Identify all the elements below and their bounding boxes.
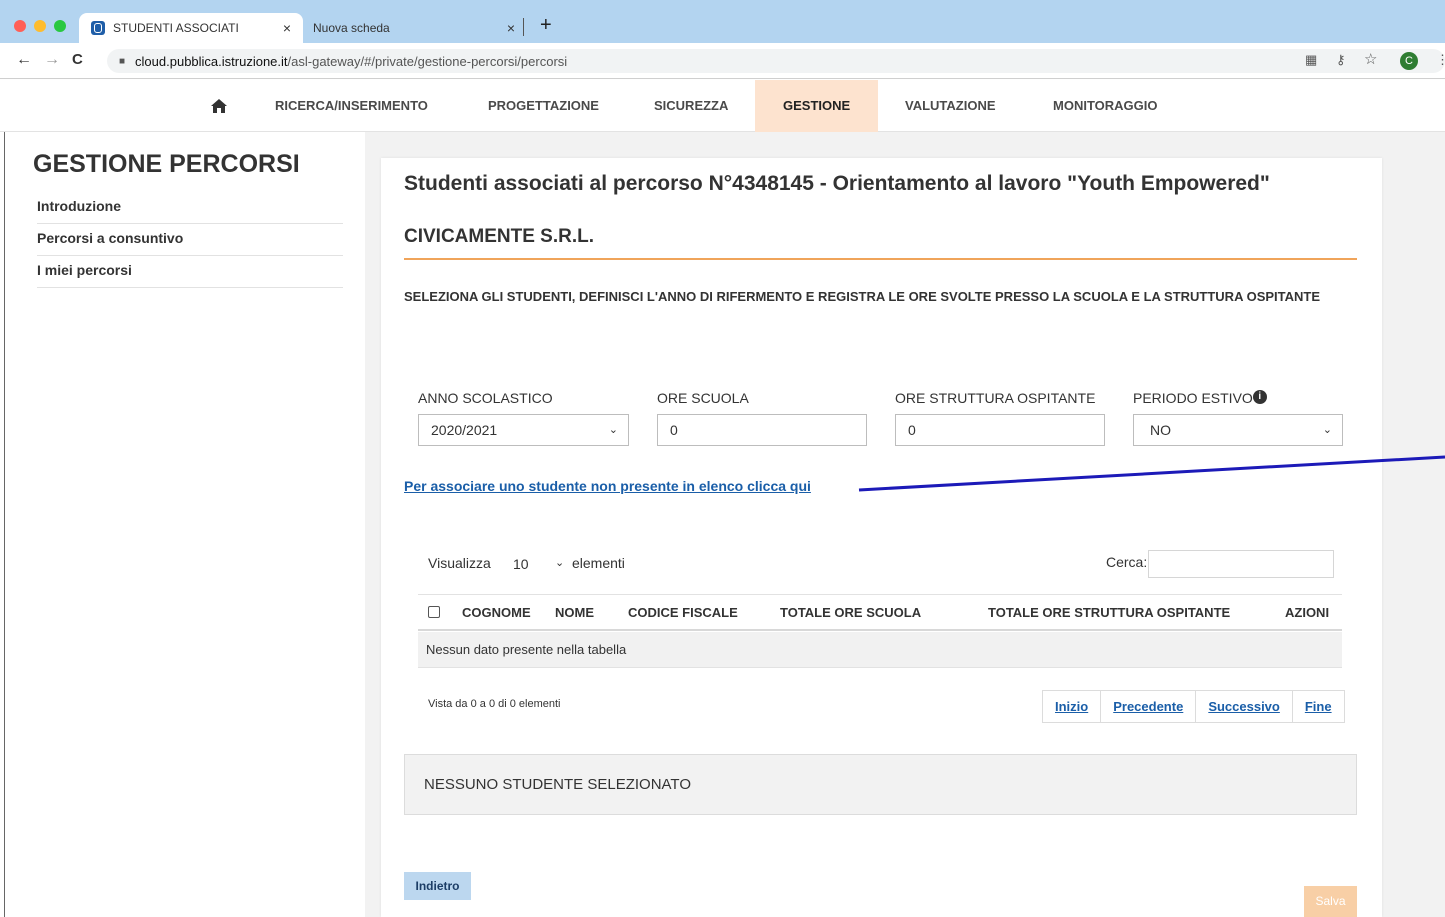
column-codice-fiscale[interactable]: CODICE FISCALE xyxy=(628,605,738,620)
chevron-down-icon: ⌄ xyxy=(1322,424,1332,436)
qr-code-icon[interactable]: ▦ xyxy=(1305,52,1317,68)
sidebar-item-introduzione[interactable]: Introduzione xyxy=(37,192,343,224)
url-host: cloud.pubblica.istruzione.it xyxy=(135,53,288,69)
table-info: Vista da 0 a 0 di 0 elementi xyxy=(428,698,561,710)
pager-previous[interactable]: Precedente xyxy=(1101,691,1197,722)
entries-suffix-label: elementi xyxy=(572,555,625,571)
chevron-down-icon: ⌄ xyxy=(608,424,618,436)
select-all-checkbox[interactable] xyxy=(428,606,440,618)
company-name: CIVICAMENTE S.R.L. xyxy=(404,226,595,247)
tab-studenti-associati[interactable]: STUDENTI ASSOCIATI × xyxy=(79,13,303,43)
ore-struttura-label: ORE STRUTTURA OSPITANTE xyxy=(895,390,1096,406)
sidebar: GESTIONE PERCORSI Introduzione Percorsi … xyxy=(5,132,365,917)
chevron-down-icon: ⌄ xyxy=(555,557,565,569)
browser-tab-bar: STUDENTI ASSOCIATI × Nuova scheda × + xyxy=(0,0,1445,43)
menu-monitoraggio[interactable]: MONITORAGGIO xyxy=(1053,80,1157,132)
menu-gestione[interactable]: GESTIONE xyxy=(755,80,879,132)
menu-sicurezza[interactable]: SICUREZZA xyxy=(654,80,728,132)
page-title: Studenti associati al percorso N°4348145… xyxy=(404,172,1270,195)
forward-arrow-icon[interactable]: → xyxy=(44,51,60,69)
more-menu-icon[interactable]: ⋮ xyxy=(1436,52,1445,68)
periodo-estivo-value: NO xyxy=(1150,422,1171,438)
periodo-estivo-select[interactable]: NO ⌄ xyxy=(1133,414,1343,446)
ore-scuola-label: ORE SCUOLA xyxy=(657,390,749,406)
table-empty-row: Nessun dato presente nella tabella xyxy=(418,632,1342,668)
anno-scolastico-select[interactable]: 2020/2021 ⌄ xyxy=(418,414,629,446)
site-favicon-icon xyxy=(91,21,105,35)
main-navigation: RICERCA/INSERIMENTO PROGETTAZIONE SICURE… xyxy=(0,80,1445,132)
tab-title: Nuova scheda xyxy=(313,21,390,35)
sidebar-item-miei-percorsi[interactable]: I miei percorsi xyxy=(37,256,343,288)
new-tab-icon[interactable]: + xyxy=(540,14,552,37)
column-totale-ore-scuola[interactable]: TOTALE ORE SCUOLA xyxy=(780,605,921,620)
window-minimize-control[interactable] xyxy=(34,20,46,32)
no-student-selected-panel: NESSUNO STUDENTE SELEZIONATO xyxy=(404,754,1357,815)
bookmark-star-icon[interactable]: ☆ xyxy=(1364,50,1377,68)
periodo-estivo-label: PERIODO ESTIVO xyxy=(1133,390,1253,406)
page-length-select[interactable]: 10 ⌄ xyxy=(497,551,567,577)
show-entries-label: Visualizza xyxy=(428,555,491,571)
lock-icon: ■ xyxy=(119,55,126,67)
search-input[interactable] xyxy=(1148,550,1334,578)
page-length-value: 10 xyxy=(513,556,529,572)
tab-separator xyxy=(523,18,524,36)
anno-scolastico-value: 2020/2021 xyxy=(431,422,498,438)
associate-student-link[interactable]: Per associare uno studente non presente … xyxy=(404,478,811,494)
address-bar[interactable]: ■ cloud.pubblica.istruzione.it/asl-gatew… xyxy=(107,49,1445,73)
url-path: /asl-gateway/#/private/gestione-percorsi… xyxy=(287,53,568,69)
column-totale-ore-struttura[interactable]: TOTALE ORE STRUTTURA OSPITANTE xyxy=(988,605,1230,620)
sidebar-item-percorsi-consuntivo[interactable]: Percorsi a consuntivo xyxy=(37,224,343,256)
pager-last[interactable]: Fine xyxy=(1293,691,1344,722)
menu-progettazione[interactable]: PROGETTAZIONE xyxy=(488,80,599,132)
window-close-control[interactable] xyxy=(14,20,26,32)
anno-scolastico-label: ANNO SCOLASTICO xyxy=(418,390,553,406)
browser-toolbar: ← → C ■ cloud.pubblica.istruzione.it/asl… xyxy=(0,43,1445,79)
back-arrow-icon[interactable]: ← xyxy=(16,51,32,69)
back-button[interactable]: Indietro xyxy=(404,872,471,900)
ore-scuola-input[interactable]: 0 xyxy=(657,414,867,446)
key-icon[interactable]: ⚷ xyxy=(1336,52,1346,68)
tab-close-icon[interactable]: × xyxy=(283,20,291,36)
pager-first[interactable]: Inizio xyxy=(1043,691,1102,722)
tab-title: STUDENTI ASSOCIATI xyxy=(113,21,239,35)
column-azioni[interactable]: AZIONI xyxy=(1285,605,1329,620)
menu-valutazione[interactable]: VALUTAZIONE xyxy=(905,80,996,132)
tab-nuova-scheda[interactable]: Nuova scheda × xyxy=(303,13,523,43)
periodo-estivo-label-wrap: PERIODO ESTIVO i xyxy=(1133,390,1267,406)
info-icon[interactable]: i xyxy=(1252,390,1267,404)
pagination: Inizio Precedente Successivo Fine xyxy=(1042,690,1345,723)
table-header: COGNOME NOME CODICE FISCALE TOTALE ORE S… xyxy=(418,594,1342,631)
profile-avatar[interactable]: C xyxy=(1400,52,1418,70)
menu-ricerca-inserimento[interactable]: RICERCA/INSERIMENTO xyxy=(275,80,428,132)
column-cognome[interactable]: COGNOME xyxy=(462,605,531,620)
instructions-text: SELEZIONA GLI STUDENTI, DEFINISCI L'ANNO… xyxy=(404,289,1321,304)
window-maximize-control[interactable] xyxy=(54,20,66,32)
home-icon[interactable] xyxy=(210,98,228,114)
column-nome[interactable]: NOME xyxy=(555,605,594,620)
save-button[interactable]: Salva xyxy=(1304,886,1357,917)
search-label: Cerca: xyxy=(1106,554,1148,570)
title-divider xyxy=(404,258,1357,260)
sidebar-title: GESTIONE PERCORSI xyxy=(33,150,300,178)
ore-struttura-input[interactable]: 0 xyxy=(895,414,1105,446)
tab-close-icon[interactable]: × xyxy=(507,20,515,36)
reload-icon[interactable]: C xyxy=(72,51,83,68)
pager-next[interactable]: Successivo xyxy=(1196,691,1293,722)
